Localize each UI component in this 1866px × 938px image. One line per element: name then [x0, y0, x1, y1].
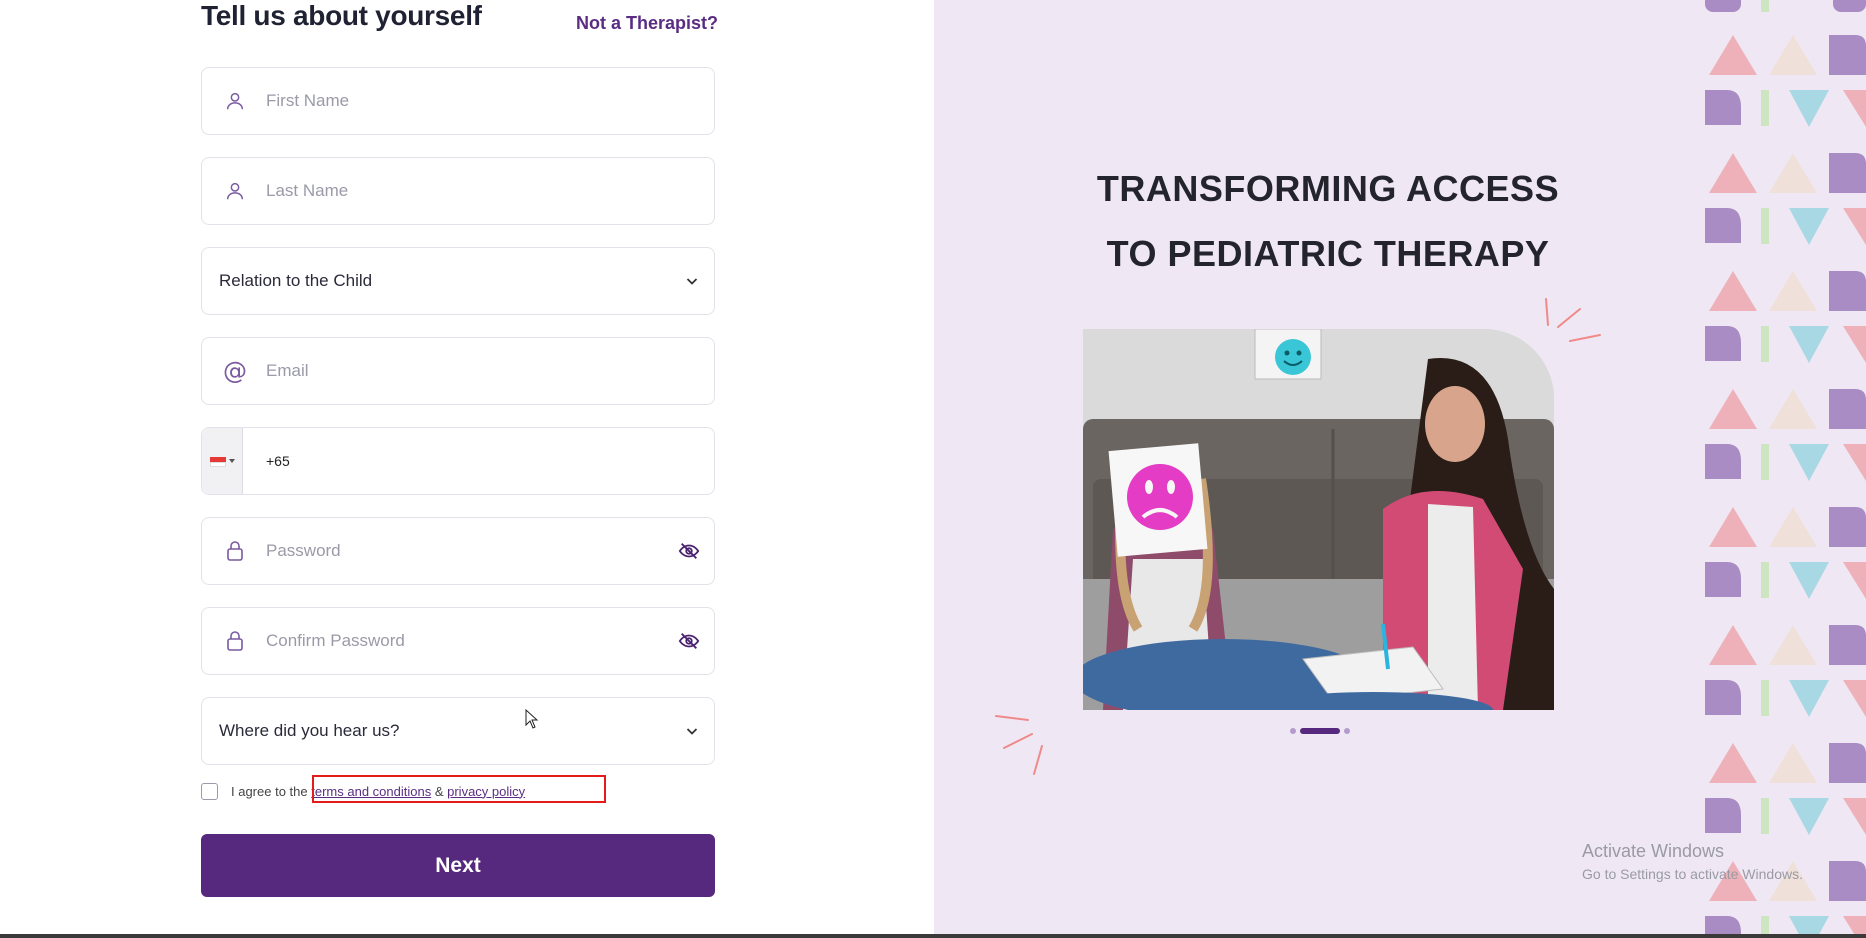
- sparkle-decoration-bottom: [995, 715, 1043, 775]
- referral-source-value: Where did you hear us?: [219, 721, 400, 740]
- mouse-cursor-icon: [525, 709, 539, 729]
- hero-headline-line1: TRANSFORMING ACCESS: [1096, 168, 1560, 209]
- hero-headline-line2: TO PEDIATRIC THERAPY: [1106, 233, 1550, 274]
- password-placeholder: Password: [266, 541, 341, 560]
- carousel-indicator: [1290, 728, 1350, 734]
- email-placeholder: Email: [266, 361, 309, 380]
- watermark-title: Activate Windows: [1582, 841, 1725, 861]
- lock-icon: [222, 628, 248, 654]
- agree-prefix-text: I agree to the: [231, 783, 308, 799]
- singapore-flag-icon: [210, 457, 226, 467]
- at-sign-icon: @: [223, 357, 247, 385]
- sparkle-decoration-top: [1545, 298, 1601, 342]
- hero-photo: [1083, 329, 1554, 710]
- watermark-subtitle: Go to Settings to activate Windows.: [1582, 866, 1803, 882]
- referral-source-select[interactable]: Where did you hear us?: [201, 697, 715, 765]
- relation-select[interactable]: Relation to the Child: [201, 247, 715, 315]
- caret-down-icon: [229, 459, 235, 463]
- email-field[interactable]: @ Email: [201, 337, 715, 405]
- phone-field[interactable]: +65: [201, 427, 715, 495]
- hero-panel: TRANSFORMING ACCESS TO PEDIATRIC THERAPY: [934, 0, 1866, 938]
- carousel-dot[interactable]: [1290, 728, 1296, 734]
- last-name-placeholder: Last Name: [266, 181, 349, 200]
- user-icon: [222, 178, 248, 204]
- eye-off-icon[interactable]: [678, 630, 700, 652]
- first-name-field[interactable]: First Name: [201, 67, 715, 135]
- carousel-dot[interactable]: [1344, 728, 1350, 734]
- confirm-password-field[interactable]: Confirm Password: [201, 607, 715, 675]
- relation-select-value: Relation to the Child: [219, 271, 373, 290]
- chevron-down-icon: [686, 278, 698, 285]
- phone-input-value: +65: [266, 453, 290, 469]
- country-code-selector[interactable]: [202, 428, 243, 494]
- last-name-field[interactable]: Last Name: [201, 157, 715, 225]
- windows-activation-watermark: Activate Windows Go to Settings to activ…: [1582, 841, 1803, 882]
- next-button[interactable]: Next: [201, 834, 715, 897]
- lock-icon: [222, 538, 248, 564]
- not-therapist-link[interactable]: Not a Therapist?: [576, 13, 718, 34]
- first-name-placeholder: First Name: [266, 91, 350, 110]
- form-title: Tell us about yourself: [201, 0, 482, 31]
- carousel-dot-active[interactable]: [1300, 728, 1340, 734]
- bottom-taskbar-edge: [0, 934, 1866, 938]
- chevron-down-icon: [686, 728, 698, 735]
- annotation-highlight-box: [312, 775, 606, 803]
- password-field[interactable]: Password: [201, 517, 715, 585]
- geometric-pattern-decoration: [1705, 0, 1866, 938]
- signup-form-panel: Tell us about yourself Not a Therapist? …: [0, 0, 934, 938]
- confirm-password-placeholder: Confirm Password: [266, 631, 405, 650]
- eye-off-icon[interactable]: [678, 540, 700, 562]
- user-icon: [222, 88, 248, 114]
- terms-checkbox[interactable]: [201, 782, 218, 800]
